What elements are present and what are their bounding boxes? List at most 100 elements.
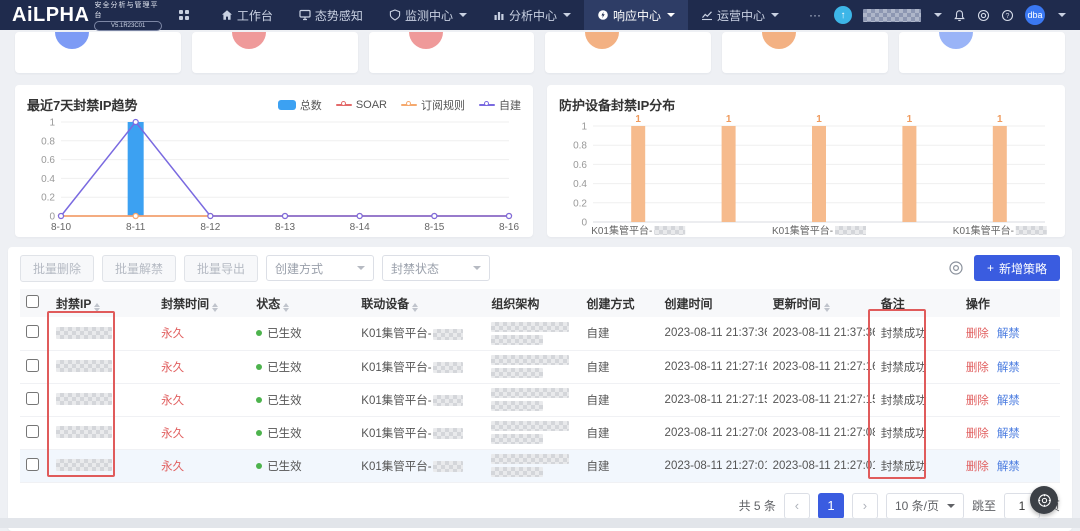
unban-link[interactable]: 解禁 bbox=[997, 395, 1020, 407]
stat-card[interactable] bbox=[369, 32, 535, 73]
ban-duration: 永久 bbox=[155, 317, 250, 350]
nav-item[interactable]: 工作台 bbox=[208, 0, 286, 30]
nav-item[interactable]: 分析中心 bbox=[480, 0, 584, 30]
legend-item[interactable]: 总数 bbox=[278, 97, 322, 113]
status-text: 已生效 bbox=[267, 428, 302, 440]
stat-card[interactable] bbox=[722, 32, 888, 73]
table-row[interactable]: 永久 已生效 K01集管平台- 自建 2023-08-11 21:27:15 2… bbox=[20, 383, 1060, 416]
table-body: 永久 已生效 K01集管平台- 自建 2023-08-11 21:37:36 2… bbox=[20, 317, 1060, 482]
user-avatar[interactable]: ↑ bbox=[834, 6, 852, 24]
table-header-cell[interactable]: 组织架构 bbox=[485, 289, 580, 317]
row-checkbox[interactable] bbox=[26, 325, 39, 338]
bell-icon[interactable] bbox=[953, 9, 966, 22]
stat-card[interactable] bbox=[545, 32, 711, 73]
create-method-select[interactable]: 创建方式 bbox=[266, 255, 374, 281]
table-row[interactable]: 永久 已生效 K01集管平台- 自建 2023-08-11 21:37:36 2… bbox=[20, 317, 1060, 350]
table-header-cell[interactable]: 更新时间 bbox=[767, 289, 875, 317]
ban-status-select[interactable]: 封禁状态 bbox=[382, 255, 490, 281]
sort-icon[interactable] bbox=[824, 303, 830, 312]
chevron-down-icon[interactable] bbox=[1058, 13, 1066, 17]
batch-delete-button[interactable]: 批量删除 bbox=[20, 255, 94, 282]
sort-icon[interactable] bbox=[212, 303, 218, 312]
page-size-value: 10 条/页 bbox=[895, 497, 939, 514]
table-header-cell[interactable]: 操作 bbox=[960, 289, 1060, 317]
page-size-select[interactable]: 10 条/页 bbox=[886, 493, 964, 519]
batch-export-button[interactable]: 批量导出 bbox=[184, 255, 258, 282]
prev-page-button[interactable]: ‹ bbox=[784, 493, 810, 519]
nav-item[interactable]: 响应中心 bbox=[584, 0, 688, 30]
create-time: 2023-08-11 21:27:16 bbox=[659, 350, 767, 383]
column-label: 封禁时间 bbox=[161, 297, 209, 311]
table-row[interactable]: 永久 已生效 K01集管平台- 自建 2023-08-11 21:27:01 2… bbox=[20, 449, 1060, 482]
stat-card[interactable] bbox=[192, 32, 358, 73]
help-icon[interactable]: ? bbox=[1001, 9, 1014, 22]
delete-link[interactable]: 删除 bbox=[966, 362, 989, 374]
nav-item[interactable]: 运营中心 bbox=[688, 0, 792, 30]
table-header-cell[interactable] bbox=[20, 289, 50, 317]
table-row[interactable]: 永久 已生效 K01集管平台- 自建 2023-08-11 21:27:16 2… bbox=[20, 350, 1060, 383]
delete-link[interactable]: 删除 bbox=[966, 461, 989, 473]
legend-item[interactable]: 订阅规则 bbox=[401, 97, 465, 113]
batch-unban-button[interactable]: 批量解禁 bbox=[102, 255, 176, 282]
sort-icon[interactable] bbox=[412, 303, 418, 312]
delete-link[interactable]: 删除 bbox=[966, 328, 989, 340]
legend-label: SOAR bbox=[356, 99, 387, 111]
stat-card[interactable] bbox=[899, 32, 1065, 73]
banned-ip-redacted bbox=[56, 393, 112, 405]
nav-item[interactable]: 监测中心 bbox=[376, 0, 480, 30]
sort-icon[interactable] bbox=[94, 303, 100, 312]
legend-item[interactable]: SOAR bbox=[336, 99, 387, 111]
stat-cards-strip bbox=[0, 32, 1080, 73]
device-chart-title: 防护设备封禁IP分布 bbox=[559, 95, 675, 114]
create-method-placeholder: 创建方式 bbox=[275, 260, 323, 277]
table-header-cell[interactable]: 备注 bbox=[875, 289, 960, 317]
unban-link[interactable]: 解禁 bbox=[997, 328, 1020, 340]
target-scan-icon[interactable] bbox=[977, 9, 990, 22]
select-all-checkbox[interactable] bbox=[26, 295, 39, 308]
nav-item[interactable]: 态势感知 bbox=[286, 0, 376, 30]
page-1-button[interactable]: 1 bbox=[818, 493, 844, 519]
unban-link[interactable]: 解禁 bbox=[997, 362, 1020, 374]
apps-grid-icon[interactable] bbox=[178, 9, 190, 21]
remark: 封禁成功 bbox=[875, 449, 960, 482]
row-checkbox[interactable] bbox=[26, 392, 39, 405]
delete-link[interactable]: 删除 bbox=[966, 395, 989, 407]
dba-avatar[interactable]: dba bbox=[1025, 5, 1045, 25]
svg-text:0.8: 0.8 bbox=[573, 141, 587, 152]
table-header-cell[interactable]: 封禁IP bbox=[50, 289, 155, 317]
sort-icon[interactable] bbox=[283, 303, 289, 312]
column-label: 创建方式 bbox=[586, 297, 634, 311]
column-label: 更新时间 bbox=[773, 297, 821, 311]
trend-chart-panel: 最近7天封禁IP趋势 总数SOAR订阅规则自建 00.20.40.60.818-… bbox=[15, 85, 533, 237]
table-row[interactable]: 永久 已生效 K01集管平台- 自建 2023-08-11 21:27:08 2… bbox=[20, 416, 1060, 449]
legend-item[interactable]: 自建 bbox=[479, 97, 521, 113]
table-header-cell[interactable]: 联动设备 bbox=[355, 289, 485, 317]
status-dot bbox=[256, 430, 262, 436]
delete-link[interactable]: 删除 bbox=[966, 428, 989, 440]
device-name: K01集管平台- bbox=[361, 362, 431, 374]
svg-text:8-14: 8-14 bbox=[350, 222, 370, 233]
unban-link[interactable]: 解禁 bbox=[997, 428, 1020, 440]
table-header-cell[interactable]: 创建时间 bbox=[659, 289, 767, 317]
table-header-cell[interactable]: 封禁时间 bbox=[155, 289, 250, 317]
unban-link[interactable]: 解禁 bbox=[997, 461, 1020, 473]
nav-item-label: ··· bbox=[809, 8, 821, 22]
chevron-down-icon[interactable] bbox=[934, 13, 942, 17]
app-logo[interactable]: AiLPHA 安全分析与管理平台 V5.1R23C01 bbox=[0, 0, 172, 31]
column-settings-gear-icon[interactable] bbox=[948, 260, 964, 276]
next-page-button[interactable]: › bbox=[852, 493, 878, 519]
update-time: 2023-08-11 21:27:08 bbox=[767, 416, 875, 449]
assistant-float-button[interactable] bbox=[1030, 486, 1058, 514]
add-strategy-button[interactable]: + 新增策略 bbox=[974, 255, 1060, 281]
row-checkbox[interactable] bbox=[26, 458, 39, 471]
nav-item[interactable]: ··· bbox=[792, 0, 834, 30]
table-header-cell[interactable]: 状态 bbox=[250, 289, 355, 317]
nav-items: 工作台 态势感知 监测中心 分析中心 响应中心 运营中心 ··· bbox=[208, 0, 834, 30]
table-header-cell[interactable]: 创建方式 bbox=[580, 289, 658, 317]
stat-card[interactable] bbox=[15, 32, 181, 73]
row-checkbox[interactable] bbox=[26, 425, 39, 438]
device-name: K01集管平台- bbox=[361, 395, 431, 407]
chevron-down-icon bbox=[563, 13, 571, 17]
row-checkbox[interactable] bbox=[26, 359, 39, 372]
svg-text:0.2: 0.2 bbox=[41, 193, 55, 204]
